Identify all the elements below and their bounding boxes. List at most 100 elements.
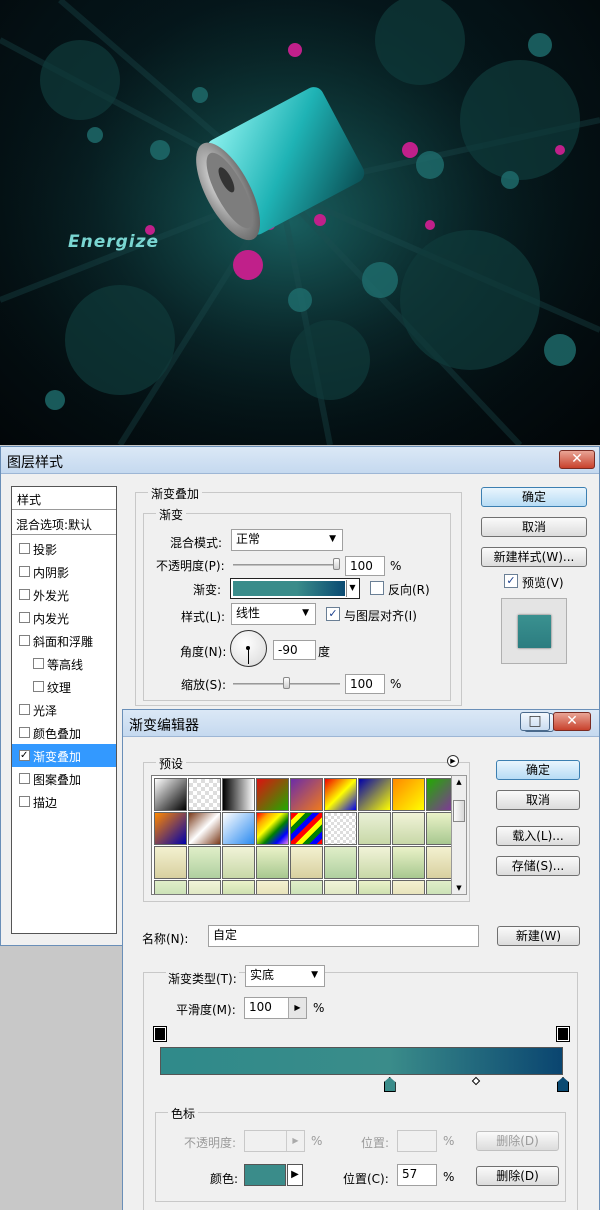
reverse-checkbox[interactable]: [370, 581, 384, 595]
preset-swatch[interactable]: [188, 846, 221, 879]
style-item[interactable]: 外发光: [12, 583, 116, 606]
preview-checkbox[interactable]: ✓: [504, 574, 518, 588]
style-item[interactable]: 内发光: [12, 606, 116, 629]
angle-dial[interactable]: [230, 630, 267, 667]
style-item-checkbox[interactable]: [19, 543, 30, 554]
name-input[interactable]: 自定: [208, 925, 479, 947]
preset-swatch[interactable]: [222, 778, 255, 811]
style-item[interactable]: 等高线: [12, 652, 116, 675]
style-select[interactable]: 线性 ▼: [231, 603, 316, 625]
close-icon[interactable]: ✕: [559, 450, 595, 469]
color-location-input[interactable]: 57: [397, 1164, 437, 1186]
preset-swatch[interactable]: [222, 846, 255, 879]
preset-swatch[interactable]: [154, 846, 187, 879]
color-picker-arrow-icon[interactable]: ▶: [287, 1164, 303, 1186]
style-item[interactable]: 描边: [12, 790, 116, 813]
angle-input[interactable]: -90: [273, 640, 316, 660]
save-button[interactable]: 存储(S)...: [496, 856, 580, 876]
blend-mode-select[interactable]: 正常 ▼: [231, 529, 343, 551]
style-item[interactable]: 内阴影: [12, 560, 116, 583]
style-item-checkbox[interactable]: [33, 658, 44, 669]
preset-swatch[interactable]: [256, 812, 289, 845]
style-item-checkbox[interactable]: [19, 773, 30, 784]
preset-swatch[interactable]: [188, 880, 221, 894]
new-style-button[interactable]: 新建样式(W)...: [481, 547, 587, 567]
layer-style-cancel-button[interactable]: 取消: [481, 517, 587, 537]
preset-swatch[interactable]: [324, 812, 357, 845]
gradient-dropdown-icon[interactable]: ▼: [346, 580, 358, 597]
gradient-ok-button[interactable]: 确定: [496, 760, 580, 780]
style-item[interactable]: 光泽: [12, 698, 116, 721]
scroll-down-icon[interactable]: ▼: [452, 882, 466, 894]
preset-swatch[interactable]: [392, 778, 425, 811]
style-item-checkbox[interactable]: [19, 727, 30, 738]
preset-swatch[interactable]: [256, 880, 289, 894]
preset-swatch[interactable]: [324, 880, 357, 894]
preset-swatch[interactable]: [324, 778, 357, 811]
style-item-checkbox[interactable]: [19, 796, 30, 807]
presets-menu-icon[interactable]: ▶: [447, 755, 459, 767]
preset-scrollbar[interactable]: ▲ ▼: [451, 775, 467, 895]
preset-swatch[interactable]: [154, 880, 187, 894]
scale-slider-thumb[interactable]: [283, 677, 290, 689]
smoothness-input[interactable]: 100 ▶: [244, 997, 307, 1019]
preset-swatch[interactable]: [256, 846, 289, 879]
preset-swatch[interactable]: [358, 778, 391, 811]
opacity-slider-track[interactable]: [233, 558, 340, 570]
preset-swatch[interactable]: [324, 846, 357, 879]
layer-style-ok-button[interactable]: 确定: [481, 487, 587, 507]
blend-options-item[interactable]: 混合选项:默认: [12, 512, 116, 535]
preset-swatch[interactable]: [222, 880, 255, 894]
gradient-type-select[interactable]: 实底 ▼: [245, 965, 325, 987]
preset-swatch[interactable]: [358, 812, 391, 845]
preset-swatch[interactable]: [290, 846, 323, 879]
new-gradient-button[interactable]: 新建(W): [497, 926, 580, 946]
preset-swatch[interactable]: [256, 778, 289, 811]
style-item[interactable]: 颜色叠加: [12, 721, 116, 744]
preset-swatch[interactable]: [222, 812, 255, 845]
style-item[interactable]: ✓ 渐变叠加: [12, 744, 116, 767]
preset-swatch[interactable]: [188, 778, 221, 811]
delete-color-stop-button[interactable]: 删除(D): [476, 1166, 559, 1186]
style-item[interactable]: 投影: [12, 537, 116, 560]
preset-swatch[interactable]: [358, 846, 391, 879]
preset-swatch[interactable]: [392, 812, 425, 845]
preset-swatch[interactable]: [154, 812, 187, 845]
opacity-stop-marker[interactable]: [556, 1026, 570, 1042]
preset-swatch[interactable]: [290, 778, 323, 811]
style-item-checkbox[interactable]: ✓: [19, 750, 30, 761]
style-item[interactable]: 纹理: [12, 675, 116, 698]
gradient-cancel-button[interactable]: 取消: [496, 790, 580, 810]
preset-swatch[interactable]: [290, 880, 323, 894]
style-item-checkbox[interactable]: [19, 566, 30, 577]
preset-swatch[interactable]: [290, 812, 323, 845]
opacity-stop-marker[interactable]: [153, 1026, 167, 1042]
load-button[interactable]: 载入(L)...: [496, 826, 580, 846]
scroll-thumb[interactable]: [453, 800, 465, 822]
preset-swatch[interactable]: [358, 880, 391, 894]
midpoint-diamond-icon[interactable]: [472, 1076, 481, 1086]
preset-swatch[interactable]: [188, 812, 221, 845]
smoothness-stepper-icon[interactable]: ▶: [288, 998, 306, 1018]
style-item-checkbox[interactable]: [19, 704, 30, 715]
color-stop-marker[interactable]: [383, 1077, 396, 1092]
opacity-slider-thumb[interactable]: [333, 558, 340, 570]
preset-swatch[interactable]: [154, 778, 187, 811]
style-item-checkbox[interactable]: [19, 635, 30, 646]
scale-slider-track[interactable]: [233, 677, 340, 689]
opacity-input[interactable]: 100: [345, 556, 385, 576]
style-item-checkbox[interactable]: [19, 589, 30, 600]
stop-color-swatch[interactable]: [244, 1164, 286, 1186]
close-icon[interactable]: ✕: [553, 712, 591, 731]
scroll-up-icon[interactable]: ▲: [452, 776, 466, 788]
style-item-checkbox[interactable]: [19, 612, 30, 623]
style-item[interactable]: 图案叠加: [12, 767, 116, 790]
scale-input[interactable]: 100: [345, 674, 385, 694]
gradient-picker[interactable]: ▼: [230, 578, 360, 599]
preset-swatch[interactable]: [392, 846, 425, 879]
preset-swatch[interactable]: [392, 880, 425, 894]
align-checkbox[interactable]: ✓: [326, 607, 340, 621]
layer-style-titlebar[interactable]: 图层样式 ✕: [1, 447, 599, 474]
style-item-checkbox[interactable]: [33, 681, 44, 692]
maximize-icon[interactable]: □: [520, 712, 550, 731]
